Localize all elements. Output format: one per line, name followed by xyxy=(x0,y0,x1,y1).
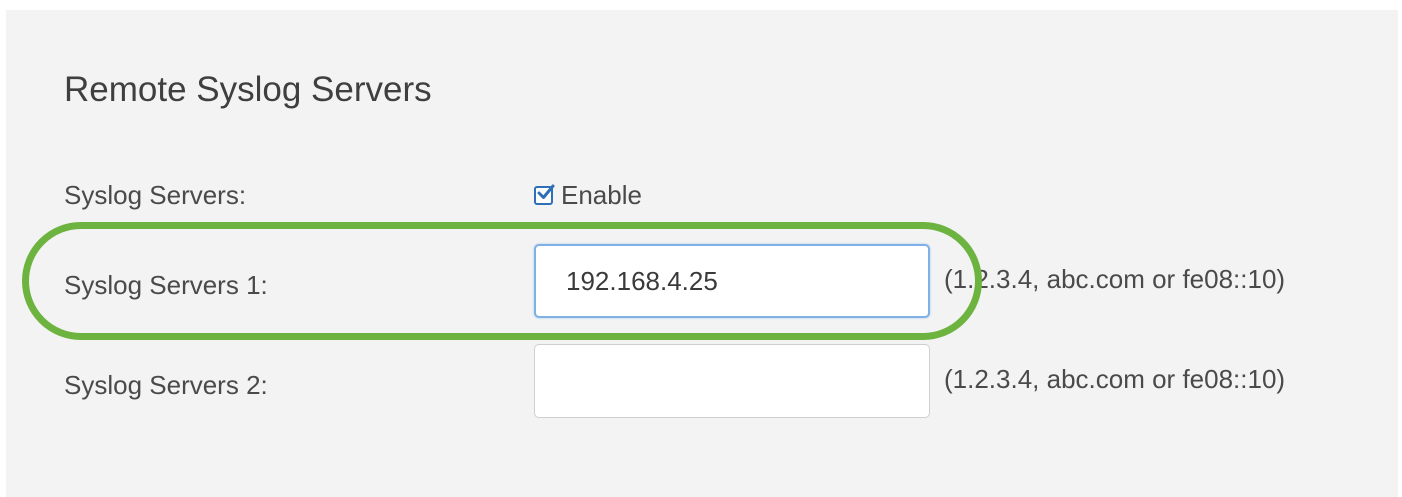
syslog-server-2-label: Syslog Servers 2: xyxy=(64,370,268,400)
enable-checkbox-group[interactable]: Enable xyxy=(534,180,642,211)
enable-label[interactable]: Enable xyxy=(561,180,642,211)
enable-checkbox[interactable] xyxy=(534,184,555,205)
checkmark-icon xyxy=(537,184,555,199)
syslog-servers-label: Syslog Servers: xyxy=(64,180,247,210)
syslog-server-2-hint: (1.2.3.4, abc.com or fe08::10) xyxy=(944,364,1286,394)
syslog-server-1-hint: (1.2.3.4, abc.com or fe08::10) xyxy=(944,264,1286,294)
section-title: Remote Syslog Servers xyxy=(64,70,432,109)
syslog-server-1-input[interactable] xyxy=(534,244,930,318)
syslog-server-1-label: Syslog Servers 1: xyxy=(64,270,268,300)
syslog-server-2-input[interactable] xyxy=(534,344,930,418)
